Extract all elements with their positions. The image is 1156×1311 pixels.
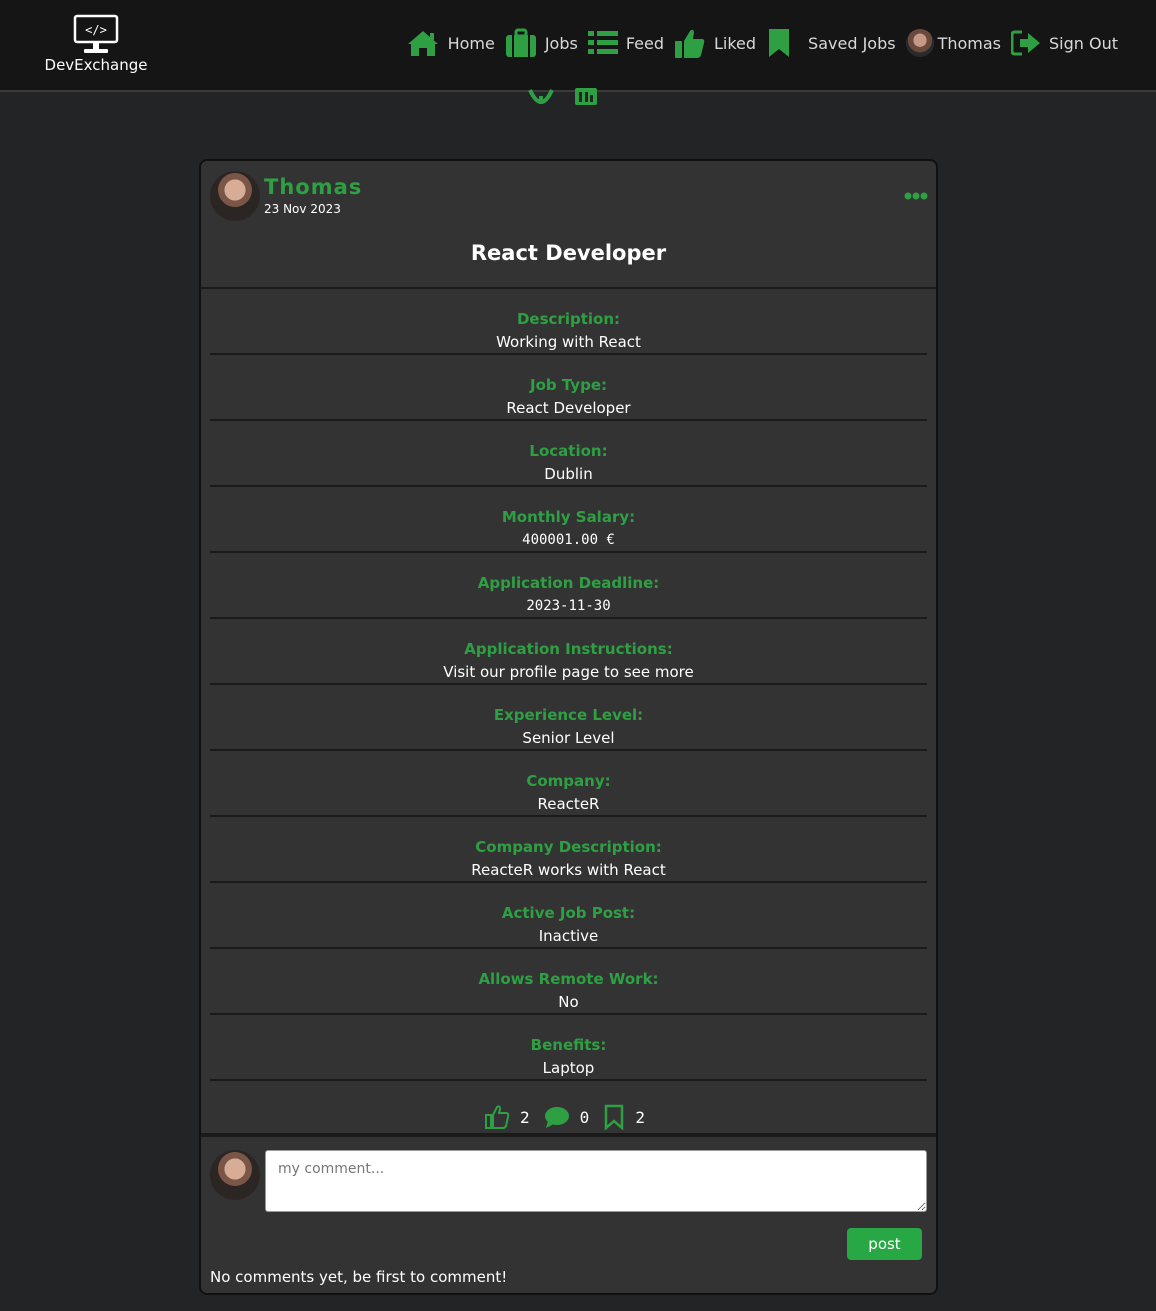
job-detail-label: Description:: [516, 310, 620, 328]
list-icon: [587, 31, 618, 54]
nav-sign-out-label: Sign Out: [1049, 33, 1118, 53]
job-detail-value: 2023-11-30: [526, 598, 611, 614]
job-detail-label: Allows Remote Work:: [478, 970, 659, 988]
home-icon: [407, 31, 438, 56]
job-detail-label: Location:: [529, 442, 608, 460]
job-detail-label: Benefits:: [530, 1036, 607, 1054]
job-detail-label: Monthly Salary:: [501, 508, 636, 526]
svg-text:</>: </>: [85, 23, 107, 37]
main-nav: Home Jobs Feed Liked Saved Jobs Thomas S…: [396, 26, 1118, 60]
post-stats: 2 0 2: [201, 1097, 936, 1137]
job-detail-row: Allows Remote Work: No: [210, 949, 927, 1015]
job-detail-row: Experience Level: Senior Level: [210, 685, 927, 751]
job-detail-value: Visit our profile page to see more: [443, 663, 694, 681]
post-date: 23 Nov 2023: [264, 202, 341, 216]
job-detail-row: Benefits: Laptop: [210, 1015, 927, 1081]
job-detail-value: 400001.00 €: [522, 532, 615, 548]
brand-name: DevExchange: [44, 56, 148, 74]
comment-icon[interactable]: [544, 1105, 570, 1129]
thumbs-up-icon: [674, 29, 705, 58]
nav-home[interactable]: Home: [406, 29, 495, 57]
more-options-icon[interactable]: [904, 191, 928, 201]
job-detail-label: Application Instructions:: [464, 640, 673, 658]
nav-jobs-label: Jobs: [544, 33, 578, 53]
job-detail-row: Company Description: ReacteR works with R…: [210, 817, 927, 883]
job-detail-value: Working with React: [496, 333, 641, 351]
save-bookmark-icon[interactable]: [603, 1104, 625, 1130]
comment-input[interactable]: [265, 1150, 927, 1212]
nav-jobs[interactable]: Jobs: [505, 28, 578, 58]
job-detail-row: Application Deadline: 2023-11-30: [210, 553, 927, 619]
job-detail-label: Company Description:: [475, 838, 662, 856]
job-detail-label: Company:: [526, 772, 611, 790]
job-detail-value: ReacteR: [537, 795, 600, 813]
card-header: Thomas 23 Nov 2023 React Developer: [201, 161, 936, 289]
profile-social-links: [528, 88, 598, 106]
monitor-code-icon: </>: [73, 14, 119, 53]
sign-out-icon: [1011, 30, 1040, 56]
job-detail-value: React Developer: [506, 399, 631, 417]
job-detail-value: Laptop: [542, 1059, 595, 1077]
nav-profile-label: Thomas: [937, 33, 1001, 53]
nav-saved-jobs-label: Saved Jobs: [808, 33, 896, 53]
job-post-card: Thomas 23 Nov 2023 React Developer Descr…: [199, 159, 938, 1295]
nav-home-label: Home: [447, 33, 495, 53]
job-title: React Developer: [470, 241, 667, 265]
job-detail-row: Job Type: React Developer: [210, 355, 927, 421]
job-detail-row: Company: ReacteR: [210, 751, 927, 817]
like-outline-icon[interactable]: [484, 1104, 510, 1130]
nav-liked-label: Liked: [713, 33, 757, 53]
job-detail-row: Active Job Post: Inactive: [210, 883, 927, 949]
empty-comments-message: No comments yet, be first to comment!: [210, 1268, 508, 1286]
linkedin-icon[interactable]: [574, 88, 598, 106]
job-detail-label: Job Type:: [530, 376, 607, 394]
job-detail-row: Description: Working with React: [210, 289, 927, 355]
likes-count: 2: [520, 1107, 530, 1127]
job-detail-label: Experience Level:: [493, 706, 644, 724]
job-detail-row: Monthly Salary: 400001.00 €: [210, 487, 927, 553]
commenter-avatar: [210, 1150, 260, 1200]
top-navbar: </> DevExchange Home Jobs Feed Liked Sav…: [0, 0, 1156, 92]
stats-divider: [201, 1133, 936, 1137]
author-avatar[interactable]: [210, 171, 260, 221]
nav-feed[interactable]: Feed: [587, 30, 664, 56]
comments-count: 0: [579, 1107, 590, 1127]
job-detail-value: ReacteR works with React: [471, 861, 666, 879]
job-detail-value: Inactive: [538, 927, 599, 945]
job-details-list: Description: Working with React Job Type: R…: [210, 289, 927, 1081]
job-detail-value: No: [558, 993, 579, 1011]
job-detail-value: Senior Level: [522, 729, 615, 747]
nav-liked[interactable]: Liked: [674, 27, 756, 59]
job-detail-label: Application Deadline:: [477, 574, 660, 592]
job-detail-row: Application Instructions: Visit our profi…: [210, 619, 927, 685]
job-detail-row: Location: Dublin: [210, 421, 927, 487]
nav-profile[interactable]: Thomas: [905, 29, 1001, 57]
briefcase-icon: [505, 28, 536, 57]
job-detail-label: Active Job Post:: [501, 904, 636, 922]
profile-avatar: [905, 29, 934, 57]
job-detail-value: Dublin: [544, 465, 593, 483]
post-comment-button[interactable]: post: [847, 1228, 922, 1260]
nav-saved-jobs[interactable]: Saved Jobs: [766, 28, 896, 58]
saves-count: 2: [635, 1107, 645, 1127]
github-icon[interactable]: [528, 88, 554, 106]
bookmark-icon: [769, 29, 790, 57]
brand-logo[interactable]: </> DevExchange: [44, 14, 148, 78]
author-name[interactable]: Thomas: [264, 175, 362, 199]
nav-feed-label: Feed: [625, 33, 664, 53]
nav-sign-out[interactable]: Sign Out: [1011, 30, 1118, 56]
